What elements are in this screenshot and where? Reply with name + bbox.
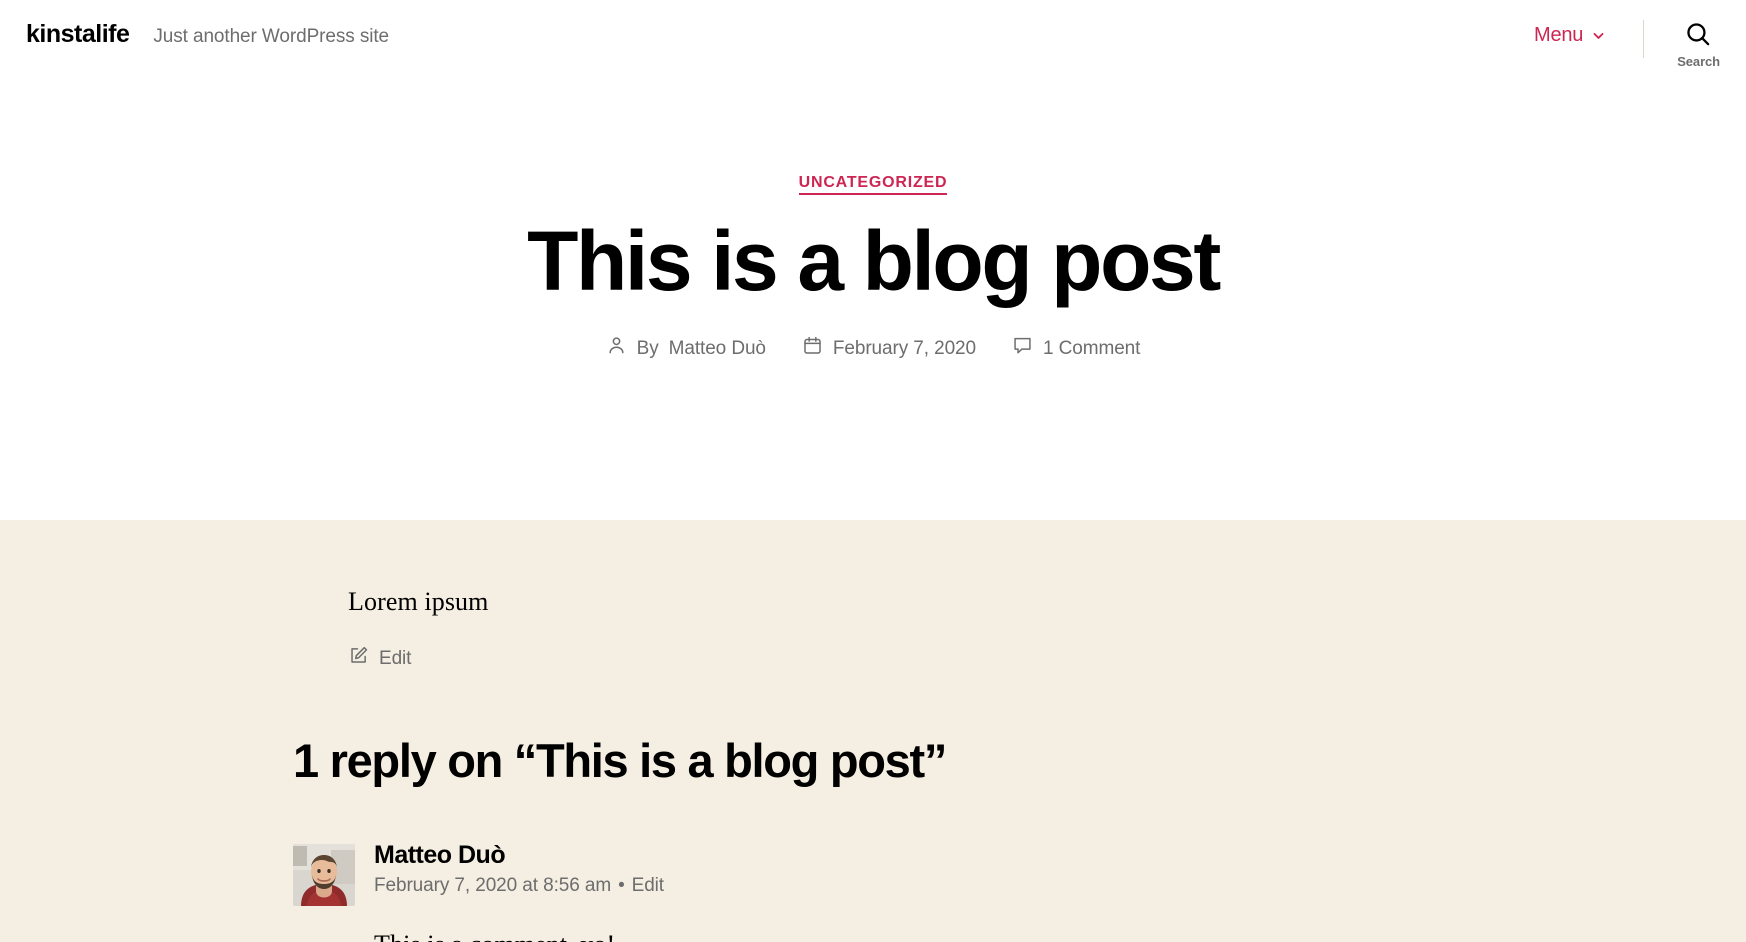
content-area: Lorem ipsum Edit 1 reply on “This is a b…	[0, 520, 1746, 942]
comments-section: 1 reply on “This is a blog post” Matteo …	[293, 672, 1453, 942]
menu-toggle-label: Menu	[1534, 24, 1584, 46]
post-header: UNCATEGORIZED This is a blog post By Mat…	[0, 82, 1746, 520]
calendar-icon	[802, 335, 823, 362]
post-edit-link[interactable]: Edit	[348, 645, 411, 672]
entry-paragraph: Lorem ipsum	[348, 587, 489, 616]
avatar	[293, 844, 355, 907]
menu-toggle-button[interactable]: Menu	[1534, 20, 1605, 51]
category-link-uncategorized[interactable]: UNCATEGORIZED	[798, 174, 948, 195]
page-title: This is a blog post	[527, 214, 1221, 308]
edit-pencil-icon	[348, 645, 369, 672]
content-inner: Lorem ipsum Edit 1 reply on “This is a b…	[0, 520, 1746, 942]
post-categories: UNCATEGORIZED	[0, 174, 1746, 195]
avatar-image	[293, 844, 355, 907]
header-divider	[1643, 20, 1645, 58]
post-author-prefix: By	[636, 337, 659, 359]
post-meta-date: February 7, 2020	[802, 335, 976, 362]
comment-edit-link[interactable]: Edit	[632, 875, 664, 897]
post-edit-row: Edit	[293, 645, 1453, 672]
search-icon	[1684, 20, 1713, 52]
post-author-link[interactable]: Matteo Duò	[669, 338, 766, 360]
search-toggle-button[interactable]: Search	[1677, 20, 1720, 69]
site-title-link[interactable]: kinstalife	[26, 20, 130, 49]
comments-title: 1 reply on “This is a blog post”	[293, 734, 947, 787]
comment-date-link[interactable]: February 7, 2020 at 8:56 am	[374, 875, 611, 897]
site-branding: kinstalife Just another WordPress site	[26, 18, 389, 49]
entry-content: Lorem ipsum Edit	[293, 520, 1453, 672]
post-comments-link[interactable]: 1 Comment	[1043, 338, 1140, 360]
post-meta: By Matteo Duò February 7, 2020 1 Comment	[0, 335, 1746, 362]
chevron-down-icon	[1592, 29, 1605, 42]
person-icon	[606, 335, 627, 362]
search-toggle-label: Search	[1677, 54, 1720, 69]
site-tagline: Just another WordPress site	[153, 26, 389, 47]
post-meta-author: By Matteo Duò	[606, 335, 766, 362]
comment-author: Matteo Duò	[374, 841, 506, 870]
comment-bubble-icon	[1012, 335, 1033, 362]
comment-item: Matteo Duò February 7, 2020 at 8:56 am •…	[293, 840, 1453, 942]
site-header: kinstalife Just another WordPress site M…	[0, 0, 1746, 82]
comment-meta-separator: •	[618, 875, 625, 897]
comment-metadata: February 7, 2020 at 8:56 am • Edit	[374, 875, 1453, 897]
post-meta-comments: 1 Comment	[1012, 335, 1140, 362]
post-edit-label: Edit	[379, 647, 412, 669]
header-navigation: Menu Search	[1534, 18, 1720, 69]
comment-body: Matteo Duò February 7, 2020 at 8:56 am •…	[355, 840, 1453, 942]
comment-text: This is a comment, yo!	[374, 925, 1453, 942]
post-date-link[interactable]: February 7, 2020	[833, 338, 976, 360]
